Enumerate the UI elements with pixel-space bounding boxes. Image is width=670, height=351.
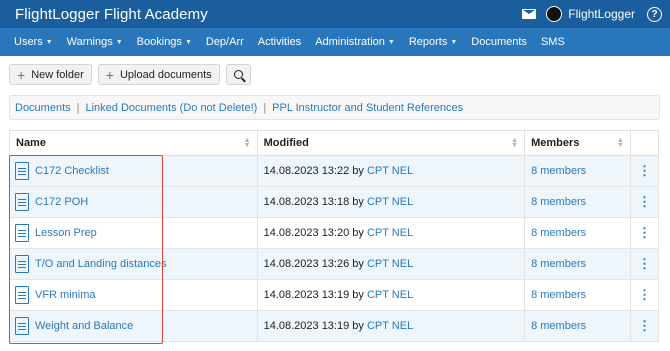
nav-item-documents[interactable]: Documents [464, 36, 534, 48]
more-options-icon[interactable]: ⋮ [629, 279, 660, 311]
new-folder-button[interactable]: + New folder [9, 64, 92, 85]
modified-date: 14.08.2023 13:22 by [263, 165, 364, 177]
modified-date: 14.08.2023 13:19 by [263, 289, 364, 301]
nav-item-reports[interactable]: Reports ▼ [402, 36, 464, 48]
more-options-icon[interactable]: ⋮ [629, 248, 660, 280]
table-row: Lesson Prep 14.08.2023 13:20 by CPT NEL … [9, 217, 660, 249]
nav-item-activities[interactable]: Activities [251, 36, 308, 48]
more-options-icon[interactable]: ⋮ [629, 186, 660, 218]
chevron-down-icon: ▼ [387, 38, 395, 46]
top-right-controls: FlightLogger ? [522, 6, 662, 22]
upload-documents-button[interactable]: + Upload documents [97, 64, 220, 85]
document-link[interactable]: Weight and Balance [15, 317, 251, 335]
app-title[interactable]: FlightLogger Flight Academy [15, 6, 208, 23]
more-options-icon[interactable]: ⋮ [629, 217, 660, 249]
table-row: C172 POH 14.08.2023 13:18 by CPT NEL 8 m… [9, 186, 660, 218]
sort-icon: ▲ ▼ [511, 137, 519, 149]
document-link[interactable]: T/O and Landing distances [15, 255, 251, 273]
new-folder-label: New folder [31, 68, 84, 81]
document-icon [15, 286, 29, 304]
members-link[interactable]: 8 members [531, 320, 586, 332]
breadcrumb-linked-documents[interactable]: Linked Documents (Do not Delete!) [86, 102, 258, 114]
table-row: VFR minima 14.08.2023 13:19 by CPT NEL 8… [9, 279, 660, 311]
modified-date: 14.08.2023 13:18 by [263, 196, 364, 208]
table-row: C172 Checklist 14.08.2023 13:22 by CPT N… [9, 155, 660, 187]
modified-date: 14.08.2023 13:19 by [263, 320, 364, 332]
breadcrumb-documents[interactable]: Documents [15, 102, 71, 114]
modified-by-link[interactable]: CPT NEL [367, 258, 413, 270]
nav-item-users[interactable]: Users ▼ [7, 36, 60, 48]
column-header-actions [629, 130, 660, 156]
chevron-down-icon: ▼ [45, 38, 53, 46]
document-icon [15, 317, 29, 335]
nav-item-administration[interactable]: Administration ▼ [308, 36, 402, 48]
documents-table: Name ▲ ▼ Modified ▲ ▼ Members ▲ ▼ C172 Checkli… [9, 130, 660, 342]
more-options-icon[interactable]: ⋮ [629, 155, 660, 187]
modified-by-link[interactable]: CPT NEL [367, 227, 413, 239]
plus-icon: + [105, 66, 114, 83]
modified-date: 14.08.2023 13:20 by [263, 227, 364, 239]
breadcrumb-separator: | [263, 101, 267, 114]
members-link[interactable]: 8 members [531, 165, 586, 177]
breadcrumb: Documents | Linked Documents (Do not Del… [9, 95, 660, 120]
document-icon [15, 162, 29, 180]
members-link[interactable]: 8 members [531, 289, 586, 301]
main-nav: Users ▼ Warnings ▼ Bookings ▼ Dep/Arr Activ… [0, 28, 670, 56]
toolbar: + New folder + Upload documents [0, 56, 670, 85]
chevron-down-icon: ▼ [450, 38, 458, 46]
more-options-icon[interactable]: ⋮ [629, 310, 660, 342]
document-link[interactable]: C172 Checklist [15, 162, 251, 180]
sort-icon: ▲ ▼ [617, 137, 624, 149]
column-header-name[interactable]: Name ▲ ▼ [9, 130, 258, 156]
nav-item-warnings[interactable]: Warnings ▼ [60, 36, 130, 48]
breadcrumb-separator: | [76, 101, 80, 114]
upload-label: Upload documents [119, 68, 212, 81]
help-icon[interactable]: ? [647, 6, 662, 22]
document-icon [15, 255, 29, 273]
nav-item-bookings[interactable]: Bookings ▼ [130, 36, 199, 48]
modified-by-link[interactable]: CPT NEL [367, 320, 413, 332]
document-link[interactable]: Lesson Prep [15, 224, 251, 242]
sort-icon: ▲ ▼ [243, 137, 251, 149]
avatar[interactable] [546, 6, 563, 22]
members-link[interactable]: 8 members [531, 227, 586, 239]
modified-date: 14.08.2023 13:26 by [263, 258, 364, 270]
breadcrumb-ppl-references[interactable]: PPL Instructor and Student References [272, 102, 463, 114]
table-row: Weight and Balance 14.08.2023 13:19 by C… [9, 310, 660, 342]
document-link[interactable]: VFR minima [15, 286, 251, 304]
document-icon [15, 224, 29, 242]
members-link[interactable]: 8 members [531, 258, 586, 270]
nav-item-dep-arr[interactable]: Dep/Arr [199, 36, 251, 48]
column-header-modified[interactable]: Modified ▲ ▼ [256, 130, 526, 156]
document-link[interactable]: C172 POH [15, 193, 251, 211]
plus-icon: + [17, 66, 26, 83]
table-row: T/O and Landing distances 14.08.2023 13:… [9, 248, 660, 280]
search-button[interactable] [225, 64, 251, 85]
document-icon [15, 193, 29, 211]
top-bar: FlightLogger Flight Academy FlightLogger… [0, 0, 670, 28]
messages-icon[interactable] [522, 9, 537, 19]
chevron-down-icon: ▼ [184, 38, 192, 46]
modified-by-link[interactable]: CPT NEL [367, 289, 413, 301]
user-name[interactable]: FlightLogger [568, 7, 635, 21]
column-header-members[interactable]: Members ▲ ▼ [524, 130, 631, 156]
search-icon [233, 70, 243, 79]
chevron-down-icon: ▼ [115, 38, 123, 46]
modified-by-link[interactable]: CPT NEL [367, 165, 413, 177]
members-link[interactable]: 8 members [531, 196, 586, 208]
nav-item-sms[interactable]: SMS [534, 36, 572, 48]
modified-by-link[interactable]: CPT NEL [367, 196, 413, 208]
